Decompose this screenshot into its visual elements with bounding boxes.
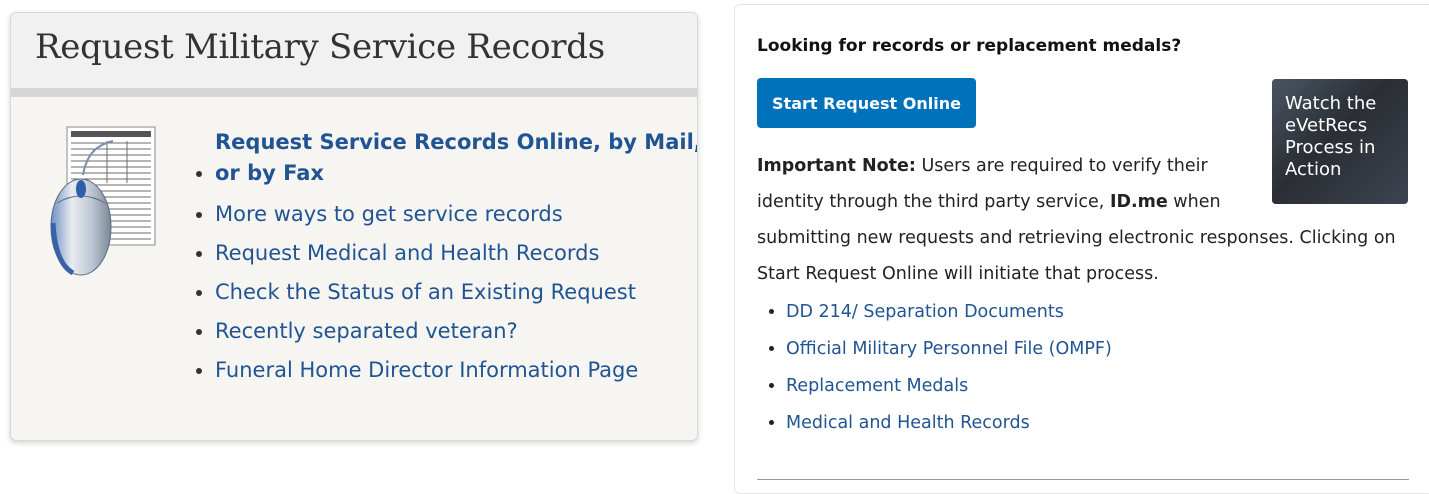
request-online-link[interactable]: Request Service Records Online, by Mail,… <box>215 123 697 189</box>
list-item: Medical and Health Records <box>786 405 1386 442</box>
medical-health-link[interactable]: Medical and Health Records <box>786 413 1030 433</box>
divider <box>757 479 1409 480</box>
video-label: Watch the eVetRecs Process in Action <box>1285 93 1377 180</box>
records-links: DD 214/ Separation Documents Official Mi… <box>757 294 1386 442</box>
list-item: More ways to get service records <box>215 195 697 234</box>
list-item: Request Service Records Online, by Mail,… <box>215 123 697 189</box>
start-request-button[interactable]: Start Request Online <box>757 78 976 128</box>
idme-text: ID.me <box>1109 192 1168 212</box>
card-title: Request Military Service Records <box>35 27 605 67</box>
document-and-mouse-icon <box>50 126 156 276</box>
records-heading: Looking for records or replacement medal… <box>757 36 1182 56</box>
replacement-medals-link[interactable]: Replacement Medals <box>786 376 968 396</box>
list-item: Official Military Personnel File (OMPF) <box>786 331 1386 368</box>
medical-records-link[interactable]: Request Medical and Health Records <box>215 241 599 265</box>
ompf-link[interactable]: Official Military Personnel File (OMPF) <box>786 339 1112 359</box>
recently-separated-link[interactable]: Recently separated veteran? <box>215 319 518 343</box>
note-label: Important Note: <box>757 156 916 176</box>
evetrecs-card: Looking for records or replacement medal… <box>734 4 1429 494</box>
more-ways-link[interactable]: More ways to get service records <box>215 202 563 226</box>
list-item: Request Medical and Health Records <box>215 234 697 273</box>
note-text-b: when <box>1167 192 1221 212</box>
funeral-home-link[interactable]: Funeral Home Director Information Page <box>215 358 638 382</box>
list-item: Replacement Medals <box>786 368 1386 405</box>
list-item: Check the Status of an Existing Request <box>215 273 697 312</box>
list-item: Recently separated veteran? <box>215 312 697 351</box>
note-continuation: submitting new requests and retrieving e… <box>757 228 1396 284</box>
list-item: Funeral Home Director Information Page <box>215 351 697 390</box>
video-thumbnail[interactable]: Watch the eVetRecs Process in Action <box>1272 79 1408 204</box>
check-status-link[interactable]: Check the Status of an Existing Request <box>215 280 636 304</box>
dd214-link[interactable]: DD 214/ Separation Documents <box>786 302 1064 322</box>
important-note: Important Note: Users are required to ve… <box>757 148 1257 220</box>
service-records-card: Request Military Service Records • Reque… <box>10 12 698 441</box>
list-item: DD 214/ Separation Documents <box>786 294 1386 331</box>
service-records-links: Request Service Records Online, by Mail,… <box>189 123 697 390</box>
